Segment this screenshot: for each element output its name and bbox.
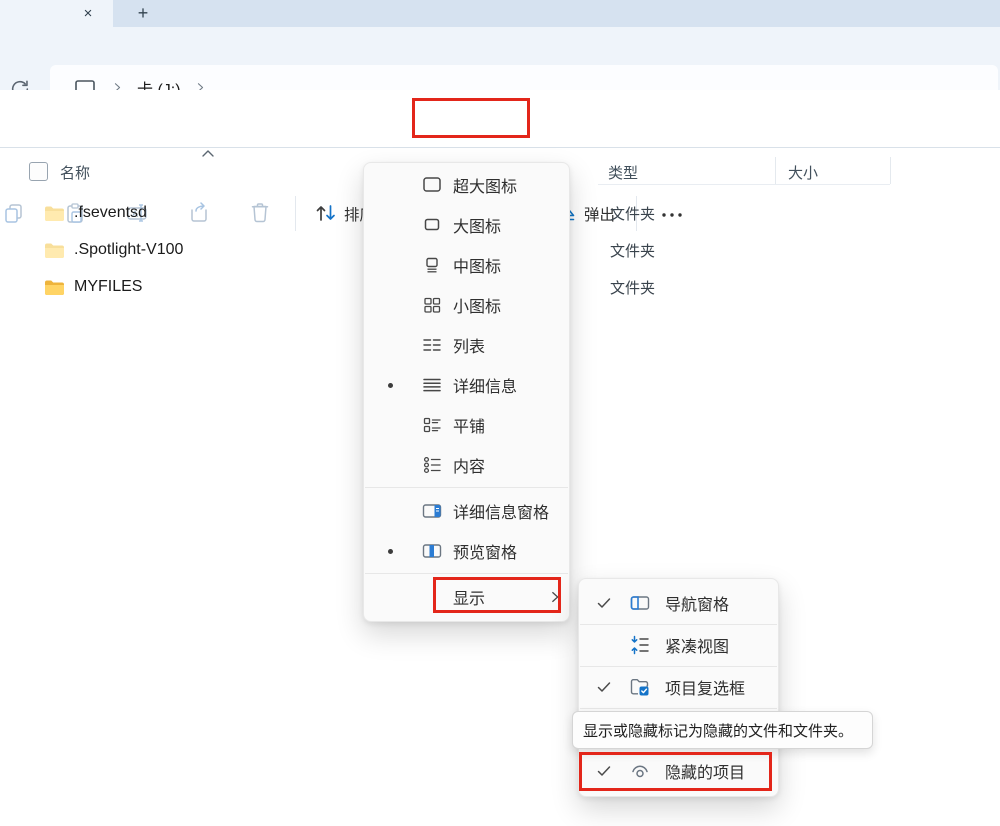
toolbar-divider (295, 196, 296, 231)
menu-separator (365, 573, 568, 574)
menu-item-large-icons[interactable]: 大图标 (364, 205, 569, 245)
small-icons-icon (421, 294, 443, 316)
menu-item-label: 预览窗格 (453, 531, 517, 571)
menu-item-medium-icons[interactable]: 中图标 (364, 245, 569, 285)
more-icon (660, 202, 684, 224)
checkmark-icon (596, 595, 612, 611)
file-row[interactable]: MYFILES (44, 275, 142, 299)
trash-icon (249, 202, 271, 224)
extra-large-icons-icon (421, 174, 443, 196)
copy-icon (3, 202, 25, 224)
checkmark-icon (596, 679, 612, 695)
menu-item-show[interactable]: 显示 (364, 577, 569, 617)
column-header-name[interactable]: 名称 (60, 162, 90, 183)
more-options-button[interactable] (660, 202, 682, 224)
folder-icon (44, 205, 65, 222)
menu-item-label: 内容 (453, 445, 485, 485)
menu-item-label: 平铺 (453, 405, 485, 445)
menu-item-details-pane[interactable]: 详细信息窗格 (364, 491, 569, 531)
file-row[interactable]: .fseventsd (44, 201, 147, 225)
delete-button[interactable] (249, 202, 271, 224)
menu-item-label: 中图标 (453, 245, 501, 285)
column-header-size[interactable]: 大小 (788, 162, 818, 183)
menu-item-small-icons[interactable]: 小图标 (364, 285, 569, 325)
view-menu: 超大图标 大图标 中图标 小图标 列表 详细信息 (363, 162, 570, 622)
header-underline (598, 184, 890, 185)
file-row[interactable]: .Spotlight-V100 (44, 238, 183, 262)
menu-item-preview-pane[interactable]: 预览窗格 (364, 531, 569, 571)
submenu-item-label: 导航窗格 (665, 583, 729, 623)
submenu-item-label: 紧凑视图 (665, 625, 729, 665)
medium-icons-icon (421, 254, 443, 276)
menu-item-label: 小图标 (453, 285, 501, 325)
file-name: .Spotlight-V100 (74, 241, 183, 259)
details-pane-icon (421, 500, 443, 522)
menu-item-tiles[interactable]: 平铺 (364, 405, 569, 445)
menu-item-list[interactable]: 列表 (364, 325, 569, 365)
submenu-arrow-icon (548, 590, 562, 604)
sort-icon (314, 202, 338, 224)
file-name: MYFILES (74, 278, 142, 296)
menu-item-label: 超大图标 (453, 165, 517, 205)
submenu-item-label: 隐藏的项目 (665, 751, 745, 791)
menu-item-label: 列表 (453, 325, 485, 365)
menu-item-label: 详细信息窗格 (453, 491, 549, 531)
selected-bullet (388, 383, 393, 388)
tab-close-button[interactable]: × (76, 0, 100, 27)
sort-button[interactable] (314, 202, 336, 224)
new-tab-button[interactable]: + (131, 0, 155, 27)
copy-button[interactable] (3, 202, 25, 224)
menu-item-label: 显示 (453, 577, 485, 617)
file-name: .fseventsd (74, 204, 147, 222)
menu-separator (580, 708, 777, 709)
menu-separator (365, 487, 568, 488)
share-button[interactable] (188, 202, 210, 224)
menu-item-details[interactable]: 详细信息 (364, 365, 569, 405)
show-submenu: 导航窗格 紧凑视图 项目复选框 隐藏的项目 (578, 578, 779, 797)
sort-ascending-icon (201, 149, 215, 158)
file-type: 文件夹 (610, 238, 655, 262)
list-view-icon (421, 334, 443, 356)
submenu-item-navigation-pane[interactable]: 导航窗格 (579, 583, 778, 623)
address-row: 卡 (J:) (0, 27, 1000, 90)
file-type: 文件夹 (610, 201, 655, 225)
column-separator[interactable] (775, 157, 776, 184)
submenu-item-compact-view[interactable]: 紧凑视图 (579, 625, 778, 665)
command-toolbar: A 排序 查看 弹出 (0, 90, 1000, 148)
large-icons-icon (421, 214, 443, 236)
content-view-icon (421, 454, 443, 476)
select-all-checkbox[interactable] (29, 162, 48, 181)
folder-icon (44, 279, 65, 296)
file-type: 文件夹 (610, 275, 655, 299)
tab-strip: × + (0, 0, 1000, 27)
item-checkboxes-icon (629, 676, 651, 698)
column-header-type[interactable]: 类型 (608, 162, 638, 183)
details-view-icon (421, 374, 443, 396)
selected-bullet (388, 549, 393, 554)
menu-item-label: 大图标 (453, 205, 501, 245)
share-icon (188, 202, 210, 224)
compact-view-icon (629, 634, 651, 656)
menu-item-label: 详细信息 (453, 365, 517, 405)
submenu-item-hidden-items[interactable]: 隐藏的项目 (579, 751, 778, 791)
menu-item-extra-large-icons[interactable]: 超大图标 (364, 165, 569, 205)
folder-icon (44, 242, 65, 259)
column-separator[interactable] (890, 157, 891, 184)
menu-item-content[interactable]: 内容 (364, 445, 569, 485)
tiles-view-icon (421, 414, 443, 436)
submenu-item-label: 项目复选框 (665, 667, 745, 707)
submenu-item-item-checkboxes[interactable]: 项目复选框 (579, 667, 778, 707)
checkmark-icon (596, 763, 612, 779)
navigation-pane-icon (629, 592, 651, 614)
hidden-items-tooltip: 显示或隐藏标记为隐藏的文件和文件夹。 (572, 711, 873, 749)
preview-pane-icon (421, 540, 443, 562)
hidden-items-eye-icon (629, 760, 651, 782)
